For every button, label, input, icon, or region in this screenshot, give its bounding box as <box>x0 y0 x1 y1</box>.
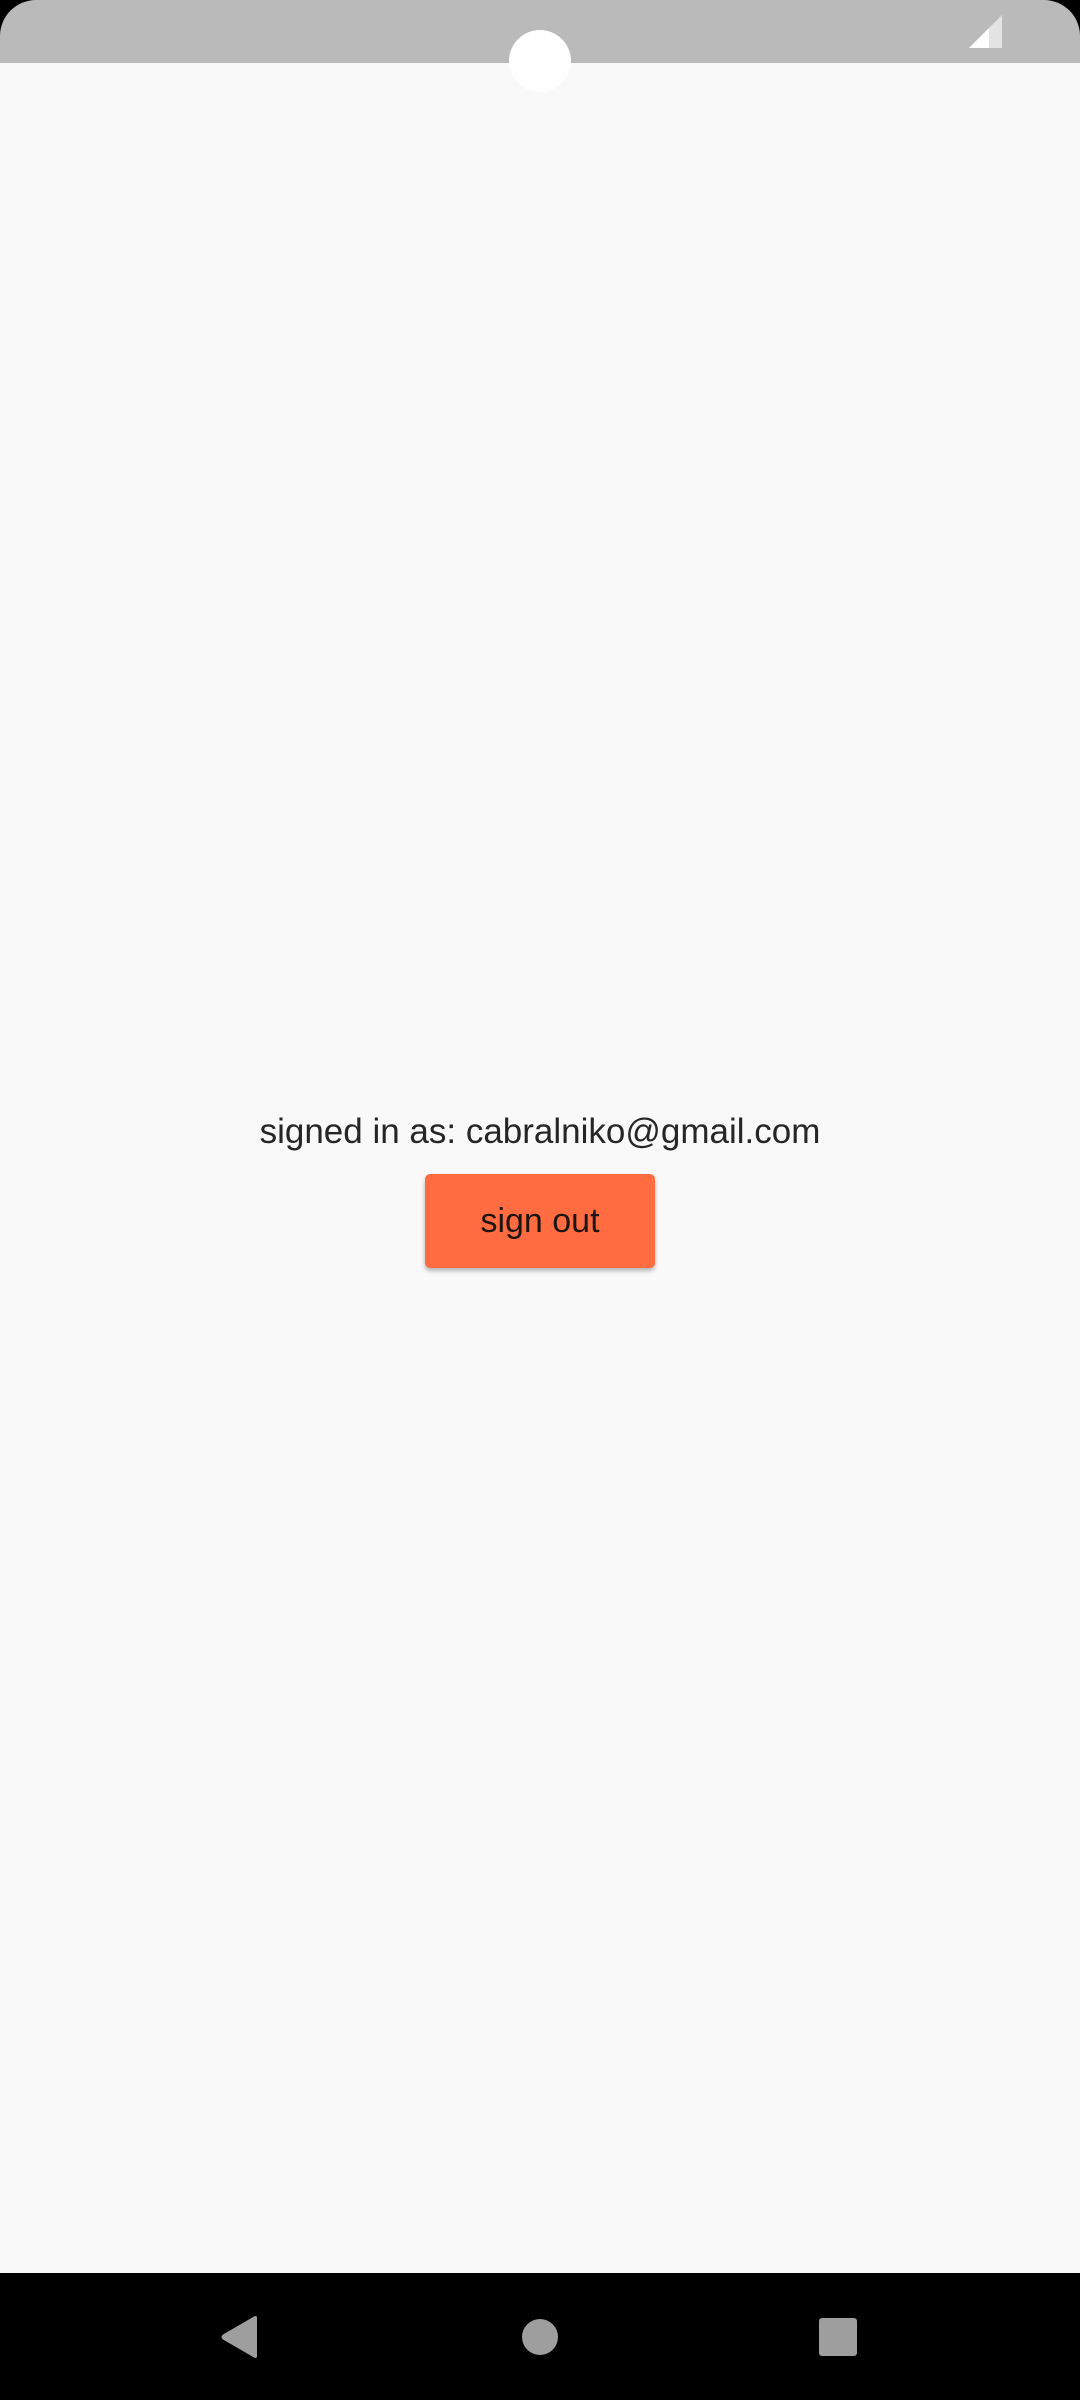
back-button[interactable] <box>164 2273 314 2400</box>
home-button[interactable] <box>465 2273 615 2400</box>
home-icon <box>522 2318 558 2355</box>
signed-in-status-text: signed in as: cabralniko@gmail.com <box>259 1112 821 1151</box>
sign-out-button[interactable]: sign out <box>425 1174 655 1268</box>
device-screen: signed in as: cabralniko@gmail.com sign … <box>0 0 1080 2400</box>
recents-button[interactable] <box>763 2273 913 2400</box>
camera-cutout <box>509 30 571 92</box>
signal-icon <box>969 15 1002 48</box>
main-content: signed in as: cabralniko@gmail.com sign … <box>0 63 1080 2273</box>
back-icon <box>221 2315 257 2358</box>
recents-icon <box>819 2317 857 2356</box>
navigation-bar <box>0 2273 1080 2400</box>
